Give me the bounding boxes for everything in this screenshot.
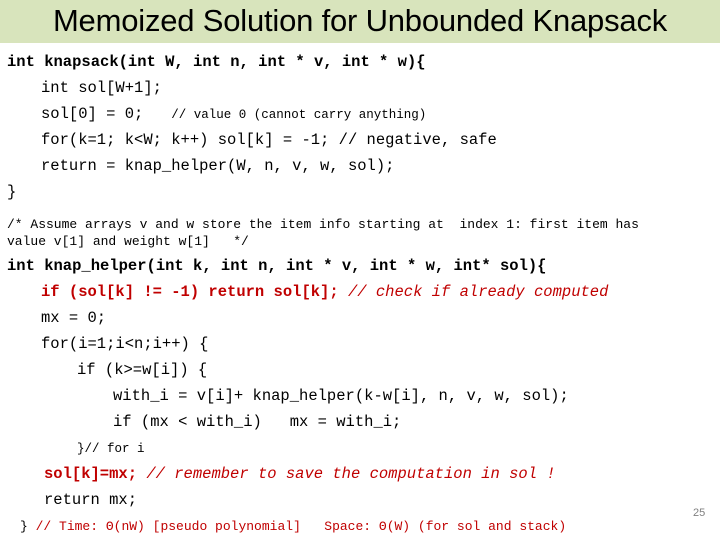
code-line-for-init: for(k=1; k<W; k++) sol[k] = -1; // negat… [41, 131, 497, 149]
assume-comment-line-2: value v[1] and weight w[1] */ [7, 234, 249, 249]
code-line-if-weight: if (k>=w[i]) { [77, 361, 208, 379]
code-line-close-brace: } [7, 183, 17, 201]
complexity-space: Space: Θ(W) (for sol and stack) [324, 519, 567, 534]
code-line-sol0: sol[0] = 0; // value 0 (cannot carry any… [41, 104, 426, 125]
code-line-helper-signature: int knap_helper(int k, int n, int * v, i… [7, 257, 547, 275]
slide-title: Memoized Solution for Unbounded Knapsack [52, 3, 668, 38]
code-check-comment: // check if already computed [347, 283, 609, 301]
code-line-save: sol[k]=mx; // remember to save the compu… [44, 464, 556, 484]
code-save-comment: // remember to save the computation in s… [146, 465, 556, 483]
code-line-with-i: with_i = v[i]+ knap_helper(k-w[i], n, v,… [113, 387, 569, 405]
assume-comment-line-1: /* Assume arrays v and w store the item … [7, 217, 639, 232]
code-check: if (sol[k] != -1) return sol[k]; [41, 283, 339, 301]
code-line-return-helper: return = knap_helper(W, n, v, w, sol); [41, 157, 395, 175]
code-sol0-comment: // value 0 (cannot carry anything) [171, 108, 427, 122]
code-sol0: sol[0] = 0; [41, 105, 144, 123]
code-line-return-mx: return mx; [44, 491, 138, 509]
code-save: sol[k]=mx; [44, 465, 138, 483]
page-number: 25 [693, 507, 706, 519]
code-line-if-mx: if (mx < with_i) mx = with_i; [113, 413, 402, 431]
code-line-end-for: }// for i [77, 442, 145, 456]
code-line-for-loop: for(i=1;i<n;i++) { [41, 335, 209, 353]
code-line-complexity: } // Time: Θ(nW) [pseudo polynomial] Spa… [20, 517, 566, 537]
code-line-mx-init: mx = 0; [41, 309, 107, 327]
code-line-knapsack-signature: int knapsack(int W, int n, int * v, int … [7, 53, 426, 71]
code-close-brace-2: } [20, 519, 28, 534]
complexity-time: // Time: Θ(nW) [pseudo polynomial] [35, 519, 301, 534]
code-line-sol-decl: int sol[W+1]; [41, 79, 162, 97]
code-line-check: if (sol[k] != -1) return sol[k]; // chec… [41, 282, 608, 302]
